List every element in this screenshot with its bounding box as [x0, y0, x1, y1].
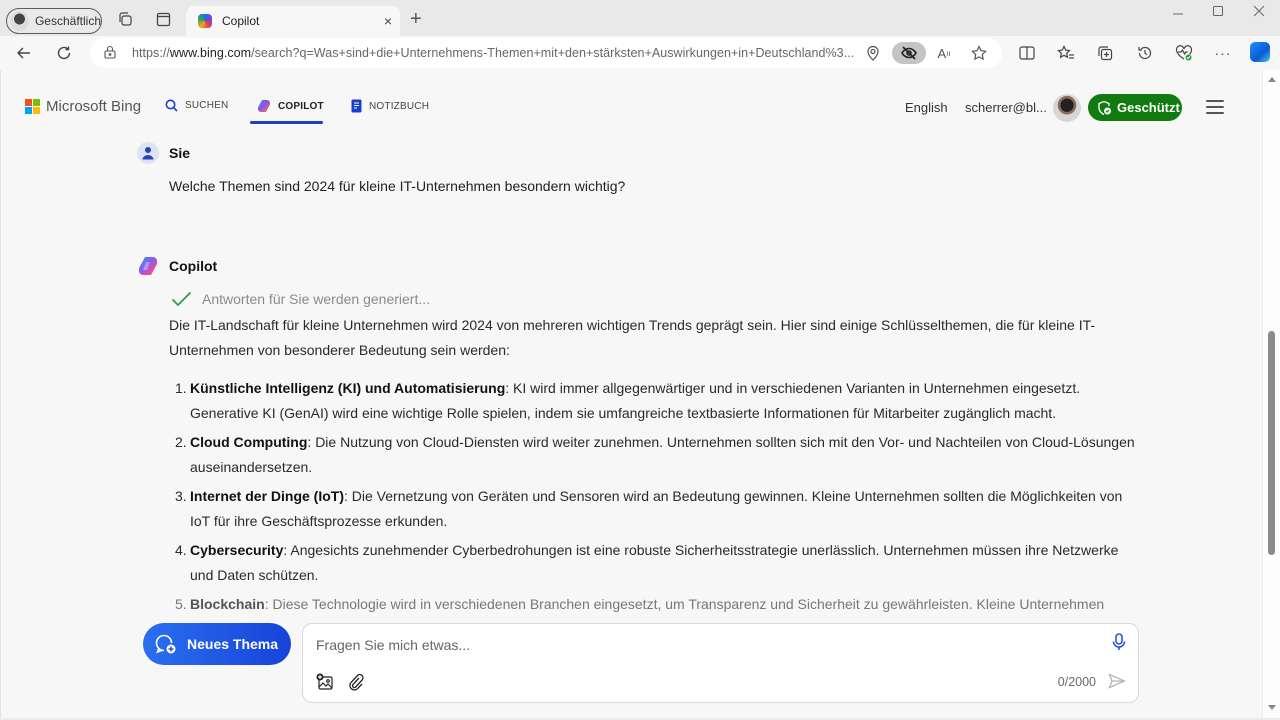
- more-options-icon[interactable]: ···: [1213, 44, 1233, 62]
- list-item: 5. Blockchain: Diese Technologie wird in …: [175, 596, 1105, 612]
- vertical-tabs-icon[interactable]: [154, 10, 172, 28]
- list-item: 3. Internet der Dinge (IoT): Die Vernetzu…: [175, 488, 1123, 529]
- page-content: Microsoft Bing SUCHEN COPILOT NOTIZBUCH …: [0, 70, 1262, 718]
- brand-name[interactable]: Microsoft Bing: [46, 98, 141, 115]
- close-tab-icon[interactable]: ×: [384, 13, 392, 29]
- character-counter: 0/2000: [1057, 675, 1096, 689]
- account-avatar[interactable]: [1053, 94, 1081, 122]
- hamburger-menu-icon[interactable]: [1206, 100, 1224, 114]
- generating-status: Antworten für Sie werden generiert...: [171, 291, 430, 307]
- new-tab-button[interactable]: +: [410, 8, 422, 31]
- profile-label: Geschäftlich: [34, 14, 101, 28]
- history-icon[interactable]: [1135, 44, 1155, 62]
- tab-search[interactable]: SUCHEN: [165, 99, 228, 112]
- refresh-button[interactable]: [54, 43, 74, 63]
- read-aloud-icon[interactable]: Aıı: [935, 44, 953, 62]
- user-name: Sie: [169, 145, 191, 161]
- active-tab-indicator: [250, 121, 323, 124]
- copilot-tab-icon: [198, 14, 212, 28]
- tab-notebook[interactable]: NOTIZBUCH: [351, 99, 429, 113]
- eye-off-icon: [901, 46, 917, 60]
- address-bar[interactable]: https://www.bing.com/search?q=Was+sind+d…: [90, 38, 1002, 68]
- maximize-button[interactable]: [1203, 4, 1233, 21]
- user-avatar-icon: [137, 142, 159, 164]
- account-name[interactable]: scherrer@bl...: [965, 100, 1047, 115]
- tracking-prevention-button[interactable]: [892, 42, 926, 64]
- tab-copilot[interactable]: Copilot ×: [186, 6, 400, 36]
- answer-list: 1. Künstliche Intelligenz (KI) und Automa…: [169, 376, 1139, 617]
- assistant-message-header: Copilot: [137, 255, 217, 277]
- favorites-icon[interactable]: [1056, 44, 1076, 62]
- favorite-star-icon[interactable]: [970, 44, 988, 62]
- assistant-name: Copilot: [169, 258, 218, 274]
- send-icon[interactable]: [1108, 673, 1127, 694]
- copilot-sidebar-icon[interactable]: [1250, 42, 1270, 62]
- bing-header: Microsoft Bing SUCHEN COPILOT NOTIZBUCH …: [1, 70, 1262, 140]
- assistant-answer: Die IT-Landschaft für kleine Unternehmen…: [169, 313, 1139, 621]
- language-link[interactable]: English: [905, 100, 948, 115]
- attachment-icon[interactable]: [348, 673, 364, 691]
- chat-composer: 0/2000: [302, 623, 1139, 703]
- chat-input[interactable]: [316, 634, 1076, 656]
- minimize-button[interactable]: [1163, 4, 1193, 21]
- answer-intro: Die IT-Landschaft für kleine Unternehmen…: [169, 317, 1096, 358]
- scroll-down-arrow-icon[interactable]: [1268, 705, 1276, 710]
- location-icon[interactable]: [864, 44, 882, 62]
- search-icon: [165, 99, 178, 112]
- new-topic-button[interactable]: Neues Thema: [143, 623, 291, 665]
- page-scrollbar[interactable]: [1262, 70, 1280, 718]
- lock-icon[interactable]: [104, 45, 116, 59]
- list-item: 4. Cybersecurity: Angesichts zunehmender …: [175, 542, 1119, 583]
- profile-button[interactable]: Geschäftlich: [6, 8, 102, 34]
- checkmark-icon: [171, 291, 192, 307]
- user-message-header: Sie: [137, 142, 190, 164]
- notebook-icon: [351, 99, 362, 113]
- browser-navbar: https://www.bing.com/search?q=Was+sind+d…: [0, 36, 1280, 70]
- protected-button[interactable]: Geschützt: [1088, 94, 1182, 121]
- microsoft-logo-icon[interactable]: [25, 99, 40, 114]
- microphone-icon[interactable]: [1112, 633, 1126, 656]
- split-screen-icon[interactable]: [1017, 44, 1037, 62]
- browser-titlebar: Geschäftlich Copilot × +: [0, 0, 1280, 36]
- copilot-avatar-icon: [137, 255, 159, 277]
- browser-essentials-icon[interactable]: [1174, 44, 1194, 62]
- workspaces-icon[interactable]: [116, 10, 134, 28]
- copilot-icon: [257, 99, 271, 113]
- back-button[interactable]: [14, 43, 34, 63]
- add-image-icon[interactable]: [316, 673, 334, 691]
- collections-icon[interactable]: [1095, 44, 1115, 62]
- url-text[interactable]: https://www.bing.com/search?q=Was+sind+d…: [132, 46, 854, 60]
- scroll-up-arrow-icon[interactable]: [1268, 77, 1276, 82]
- new-chat-icon: [155, 634, 177, 654]
- scroll-thumb[interactable]: [1268, 331, 1275, 555]
- list-item: 2. Cloud Computing: Die Nutzung von Cloud…: [175, 434, 1135, 475]
- close-window-button[interactable]: [1244, 4, 1274, 21]
- shield-check-icon: [1097, 100, 1112, 116]
- tab-title: Copilot: [222, 14, 260, 28]
- user-message: Welche Themen sind 2024 für kleine IT-Un…: [169, 178, 626, 194]
- tab-copilot[interactable]: COPILOT: [257, 99, 324, 113]
- profile-avatar: [10, 11, 29, 31]
- list-item: 1. Künstliche Intelligenz (KI) und Automa…: [175, 380, 1081, 421]
